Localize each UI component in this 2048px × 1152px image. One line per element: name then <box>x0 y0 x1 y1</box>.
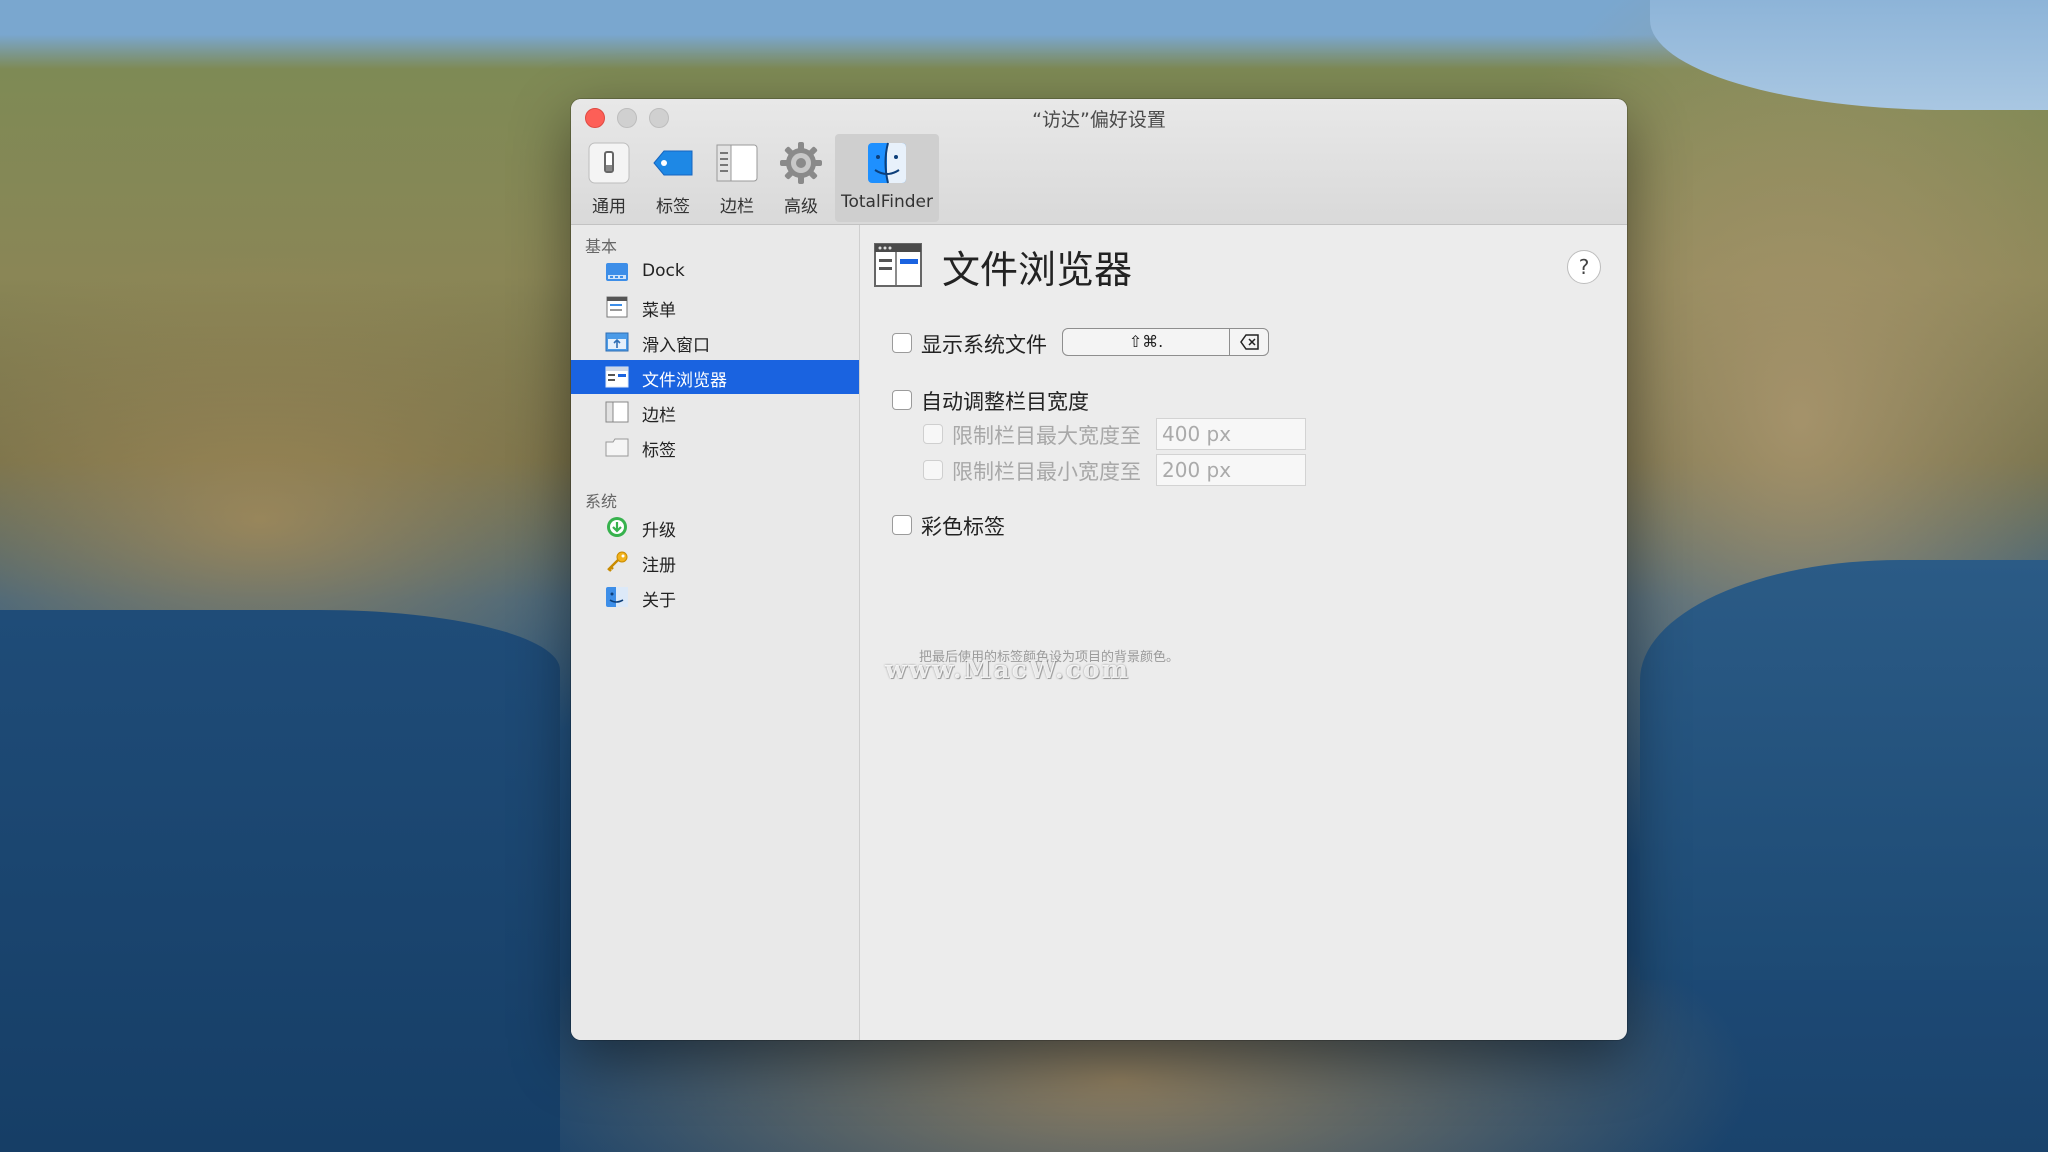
sidebar-item-label: Dock <box>642 261 685 281</box>
page-title: 文件浏览器 <box>942 248 1133 292</box>
general-icon <box>588 142 630 184</box>
preferences-window: “访达”偏好设置 通用 标签 边栏 高级 TotalFinder 基本 Dock… <box>571 99 1627 1040</box>
sidebar-item-label: 滑入窗口 <box>642 336 710 356</box>
tag-icon <box>653 150 693 176</box>
sidebar-item-sidebar[interactable]: 边栏 <box>571 395 859 429</box>
tabs-icon <box>605 438 629 457</box>
menu-icon <box>606 296 628 318</box>
limit-max-width-checkbox[interactable] <box>923 424 943 444</box>
shortcut-recorder[interactable]: ⇧⌘. <box>1062 328 1269 356</box>
gear-icon <box>780 142 822 184</box>
sidebar-item-tabs[interactable]: 标签 <box>571 430 859 464</box>
wallpaper-sea-left <box>0 610 560 1152</box>
sidebar-item-label: 标签 <box>642 441 676 461</box>
toolbar-totalfinder[interactable]: TotalFinder <box>835 134 939 222</box>
slide-window-icon <box>605 332 629 352</box>
toolbar-sidebar[interactable]: 边栏 <box>707 134 767 222</box>
limit-min-width-checkbox[interactable] <box>923 460 943 480</box>
sidebar-section-system: 系统 <box>585 492 618 511</box>
sidebar-item-register[interactable]: 注册 <box>571 545 859 579</box>
auto-column-width-label: 自动调整栏目宽度 <box>921 390 1089 414</box>
toolbar-label: 边栏 <box>720 197 754 217</box>
toolbar-label: 高级 <box>784 197 818 217</box>
about-icon <box>606 587 628 607</box>
min-width-input[interactable]: 200 px <box>1156 454 1306 486</box>
sidebar-section-basic: 基本 <box>585 237 618 256</box>
color-tags-label: 彩色标签 <box>921 515 1005 539</box>
sidebar-item-slide-window[interactable]: 滑入窗口 <box>571 325 859 359</box>
help-button[interactable]: ? <box>1567 250 1601 284</box>
title-bar: “访达”偏好设置 通用 标签 边栏 高级 TotalFinder <box>571 99 1627 225</box>
file-browser-icon <box>874 243 922 287</box>
watermark: www.MacW.com <box>885 655 1131 684</box>
sidebar-icon <box>605 401 629 423</box>
shortcut-value: ⇧⌘. <box>1128 332 1164 351</box>
show-system-files-label: 显示系统文件 <box>921 333 1047 357</box>
sidebar-item-dock[interactable]: Dock <box>571 255 859 289</box>
main-pane: 文件浏览器 ? 显示系统文件 ⇧⌘. 自动调整栏目宽度 限制栏目最大宽度至 40… <box>860 225 1627 1040</box>
wallpaper-sea-right <box>1640 560 2048 980</box>
sidebar-item-label: 注册 <box>642 556 676 576</box>
sidebar-item-label: 关于 <box>642 591 676 611</box>
key-icon <box>607 551 628 572</box>
color-tags-checkbox[interactable] <box>892 515 912 535</box>
toolbar-label: 通用 <box>592 197 626 217</box>
sidebar-item-label: 边栏 <box>642 406 676 426</box>
show-system-files-checkbox[interactable] <box>892 333 912 353</box>
clear-shortcut-icon[interactable] <box>1239 333 1261 351</box>
dock-icon <box>606 263 628 281</box>
toolbar-label: TotalFinder <box>841 192 933 212</box>
sidebar-item-label: 文件浏览器 <box>642 371 727 391</box>
toolbar-label: 标签 <box>656 197 690 217</box>
sidebar-item-upgrade[interactable]: 升级 <box>571 510 859 544</box>
max-width-input[interactable]: 400 px <box>1156 418 1306 450</box>
window-title: “访达”偏好设置 <box>1032 109 1166 131</box>
toolbar-general[interactable]: 通用 <box>579 134 639 222</box>
file-browser-icon <box>605 366 629 388</box>
sidebar-icon <box>716 144 758 182</box>
finder-icon <box>868 142 906 184</box>
sidebar-item-menu[interactable]: 菜单 <box>571 290 859 324</box>
toolbar-tags[interactable]: 标签 <box>643 134 703 222</box>
limit-max-width-label: 限制栏目最大宽度至 <box>952 424 1141 448</box>
limit-min-width-label: 限制栏目最小宽度至 <box>952 460 1141 484</box>
sidebar-item-label: 升级 <box>642 521 676 541</box>
sidebar-item-label: 菜单 <box>642 301 676 321</box>
upgrade-icon <box>607 517 627 537</box>
sidebar: 基本 Dock 菜单 滑入窗口 文件浏览器 边栏 标签 系统 升级 注册 关于 <box>571 225 860 1040</box>
shortcut-divider <box>1229 329 1230 355</box>
auto-column-width-checkbox[interactable] <box>892 390 912 410</box>
toolbar-advanced[interactable]: 高级 <box>771 134 831 222</box>
sidebar-item-file-browser[interactable]: 文件浏览器 <box>571 360 859 394</box>
sidebar-item-about[interactable]: 关于 <box>571 580 859 614</box>
